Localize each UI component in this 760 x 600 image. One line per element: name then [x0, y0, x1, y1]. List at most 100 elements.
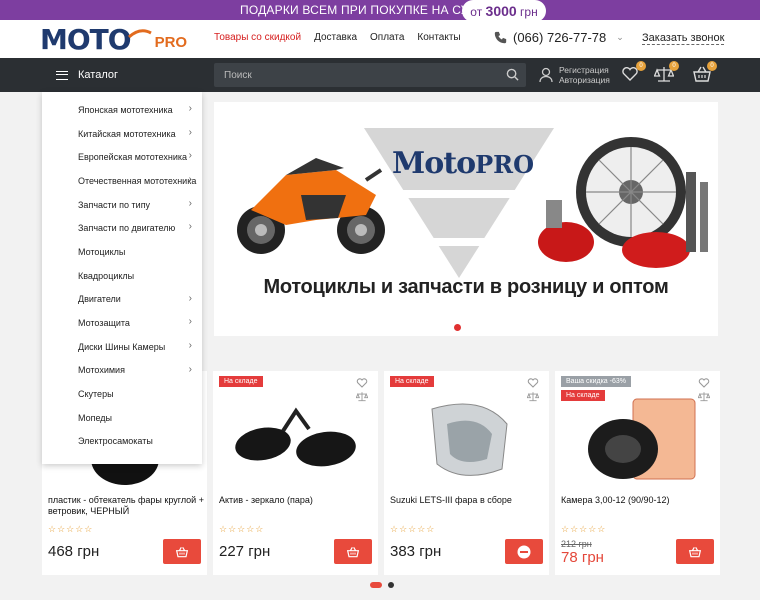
catalog-menu-item-label: Запчасти по двигателю: [78, 223, 176, 234]
chevron-right-icon: ›: [188, 292, 192, 304]
nav-contacts-link[interactable]: Контакты: [417, 32, 460, 43]
catalog-menu-item-label: Мотоциклы: [78, 246, 126, 257]
phone-block[interactable]: (066) 726-77-78 ⌄: [494, 30, 624, 45]
catalog-menu-item-label: Квадроциклы: [78, 270, 135, 281]
site-header: MOTO PRO Товары со скидкой Доставка Опла…: [0, 20, 760, 58]
catalog-menu-item[interactable]: Европейская мототехника ›: [42, 145, 202, 169]
add-to-cart-button[interactable]: [334, 539, 372, 564]
chevron-right-icon: ›: [188, 150, 192, 162]
account-links[interactable]: Регистрация Авторизация: [539, 65, 610, 85]
in-stock-badge: На складе: [561, 390, 605, 401]
chevron-right-icon: ›: [188, 103, 192, 114]
in-stock-badge: На складе: [219, 376, 263, 387]
login-link[interactable]: Авторизация: [559, 75, 610, 85]
catalog-menu-item[interactable]: Мотозащита ›: [42, 311, 202, 335]
carousel-pager: [370, 582, 394, 588]
compare-button[interactable]: 0: [653, 61, 679, 85]
product-image-wrap[interactable]: [392, 389, 542, 494]
cart-button[interactable]: 0: [692, 61, 717, 85]
basket-icon: [688, 546, 702, 557]
heart-icon[interactable]: [356, 377, 368, 389]
minus-circle-icon: [517, 545, 531, 558]
chevron-right-icon: ›: [188, 339, 192, 351]
product-price: 468 грн: [48, 543, 100, 560]
add-to-cart-button[interactable]: [163, 539, 201, 564]
scales-icon[interactable]: [698, 391, 710, 402]
catalog-menu-item[interactable]: Японская мототехника ›: [42, 98, 202, 122]
heart-icon[interactable]: [698, 377, 710, 389]
banner-slide-dot[interactable]: [454, 324, 461, 331]
search-input[interactable]: [214, 63, 494, 87]
cart-badge: 0: [707, 61, 717, 71]
discount-badge: Ваша скидка -63%: [561, 376, 631, 387]
chevron-right-icon: ›: [188, 316, 192, 328]
chevron-right-icon: ›: [188, 363, 192, 375]
nav-payment-link[interactable]: Оплата: [370, 32, 404, 43]
product-price: 383 грн: [390, 543, 442, 560]
catalog-menu-item[interactable]: Мотохимия ›: [42, 359, 202, 383]
product-card[interactable]: На складе Актив - зеркало (пара) ☆☆☆☆☆ 227 …: [213, 371, 378, 575]
product-card[interactable]: Ваша скидка -63% На складе Камера 3,00-12 …: [555, 371, 720, 575]
catalog-menu-item-label: Китайская мототехника: [78, 128, 176, 139]
phone-number: (066) 726-77-78: [513, 30, 607, 45]
site-logo[interactable]: MOTO PRO: [40, 22, 187, 56]
catalog-menu-item[interactable]: Мопеды: [42, 406, 202, 430]
pager-dot-active[interactable]: [370, 582, 382, 588]
product-image-wrap[interactable]: [221, 389, 371, 494]
catalog-menu-item-label: Электросамокаты: [78, 436, 153, 447]
catalog-menu-item-label: Отечественная мототехника: [78, 175, 197, 186]
catalog-button[interactable]: Каталог: [42, 58, 202, 92]
promo-pill-amount: 3000: [485, 3, 517, 19]
phone-icon: [494, 31, 507, 44]
catalog-menu-item[interactable]: Диски Шины Камеры ›: [42, 335, 202, 359]
scales-icon[interactable]: [527, 391, 539, 402]
callback-link[interactable]: Заказать звонок: [642, 32, 725, 45]
catalog-menu-item[interactable]: Китайская мототехника ›: [42, 122, 202, 146]
catalog-menu-item[interactable]: Отечественная мототехника ›: [42, 169, 202, 193]
catalog-menu-item[interactable]: Мотоциклы: [42, 240, 202, 264]
product-image: [235, 407, 356, 467]
pager-dot[interactable]: [388, 582, 394, 588]
banner-tagline: Мотоциклы и запчасти в розницу и оптом: [263, 276, 669, 298]
catalog-menu-item[interactable]: Скутеры: [42, 382, 202, 406]
catalog-menu-item[interactable]: Электросамокаты: [42, 430, 202, 454]
basket-icon: [175, 546, 189, 557]
nav-delivery-link[interactable]: Доставка: [314, 32, 357, 43]
catalog-menu-item-label: Двигатели: [78, 294, 121, 305]
chevron-down-icon[interactable]: ⌄: [616, 32, 624, 43]
banner-logo-pro: PRO: [475, 150, 534, 179]
product-name[interactable]: пластик - обтекатель фары круглой + ветр…: [48, 495, 204, 517]
product-name[interactable]: Камера 3,00-12 (90/90-12): [561, 495, 717, 506]
scales-icon[interactable]: [356, 391, 368, 402]
rating-stars: ☆☆☆☆☆: [48, 524, 94, 534]
catalog-menu-item-label: Японская мототехника: [78, 104, 173, 115]
catalog-menu-item[interactable]: Запчасти по двигателю ›: [42, 216, 202, 240]
product-card[interactable]: На складе Suzuki LETS-III фара в сборе ☆☆☆…: [384, 371, 549, 575]
product-image: [431, 403, 508, 476]
rating-stars: ☆☆☆☆☆: [390, 524, 436, 534]
old-price: 212 грн: [561, 539, 592, 549]
catalog-menu-item[interactable]: Квадроциклы: [42, 264, 202, 288]
promo-pill-prefix: от: [470, 5, 483, 19]
product-price: 227 грн: [219, 543, 271, 560]
add-to-cart-button[interactable]: [676, 539, 714, 564]
product-name[interactable]: Актив - зеркало (пара): [219, 495, 375, 506]
heart-icon[interactable]: [527, 377, 539, 389]
user-icon: [539, 67, 553, 83]
promo-amount-pill: от 3000 грн: [462, 0, 546, 22]
search-icon[interactable]: [506, 68, 519, 81]
remove-from-cart-button[interactable]: [505, 539, 543, 564]
catalog-menu-item[interactable]: Двигатели ›: [42, 288, 202, 312]
wishlist-button[interactable]: 0: [621, 61, 646, 85]
rating-stars: ☆☆☆☆☆: [561, 524, 607, 534]
register-link[interactable]: Регистрация: [559, 65, 610, 75]
chevron-right-icon: ›: [188, 126, 192, 138]
catalog-menu-item[interactable]: Запчасти по типу ›: [42, 193, 202, 217]
chevron-right-icon: ›: [188, 174, 192, 186]
product-name[interactable]: Suzuki LETS-III фара в сборе: [390, 495, 546, 506]
hero-banner[interactable]: Moto PRO Мотоциклы и запчасти в розницу …: [214, 102, 718, 336]
product-image-wrap[interactable]: [563, 389, 713, 494]
compare-badge: 0: [669, 61, 679, 71]
nav-sale-link[interactable]: Товары со скидкой: [214, 32, 301, 43]
catalog-menu-item-label: Диски Шины Камеры: [78, 341, 166, 352]
